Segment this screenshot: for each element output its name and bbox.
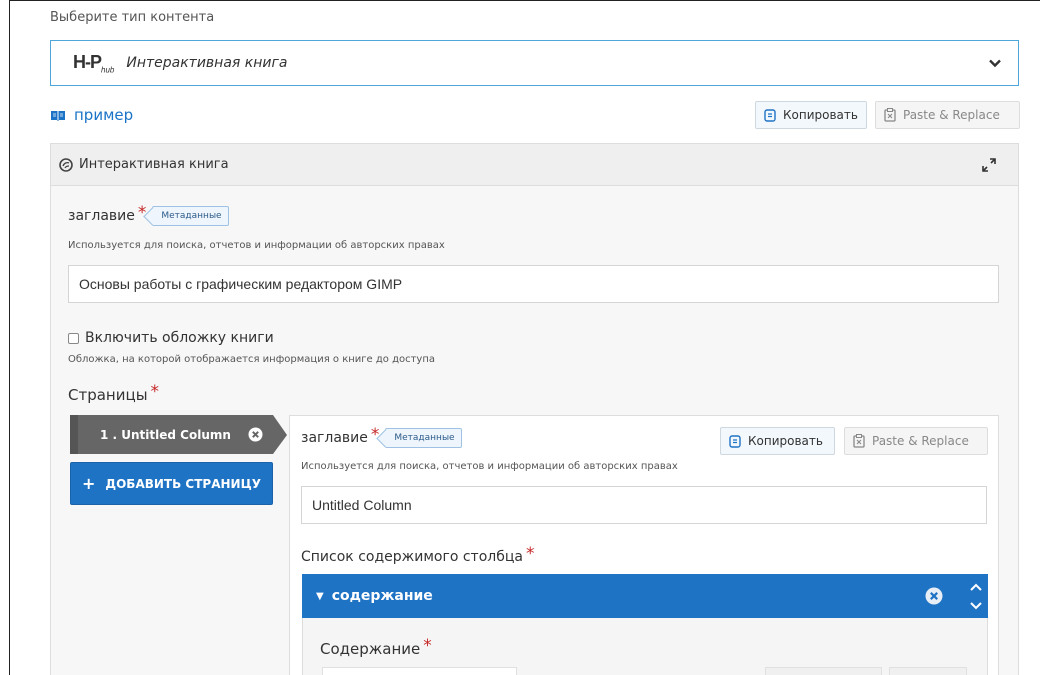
page-tab-stripe — [70, 415, 78, 454]
reorder-arrows-icon[interactable] — [966, 576, 986, 616]
caret-down-icon: ▼ — [316, 590, 324, 602]
content-selector[interactable] — [322, 667, 517, 675]
book-title-description: Используется для поиска, отчетов и инфор… — [68, 240, 445, 251]
page-title-input[interactable]: Untitled Column — [301, 486, 987, 524]
column-list-label: Список содержимого столбца * — [301, 544, 535, 565]
page-title-description: Используется для поиска, отчетов и инфор… — [301, 461, 678, 472]
copy-icon — [764, 109, 776, 122]
chevron-down-icon — [989, 59, 1001, 68]
required-mark: * — [525, 544, 535, 564]
page-copy-label: Копировать — [748, 434, 823, 448]
content-list-item-label: содержание — [331, 588, 433, 604]
frame-border-top — [9, 0, 1040, 1]
copy-button[interactable]: Копировать — [755, 101, 867, 129]
h5p-hub-logo: H-Phub — [73, 51, 115, 75]
content-copy-button[interactable] — [765, 667, 882, 675]
page-tab-label: 1 . Untitled Column — [100, 427, 231, 442]
book-title-input[interactable]: Основы работы с графическим редактором G… — [68, 265, 999, 303]
required-mark: * — [150, 382, 160, 402]
frame-border-left — [9, 0, 10, 675]
copy-icon — [729, 435, 741, 448]
selected-content-type: Интерактивная книга — [126, 55, 288, 71]
paste-replace-button[interactable]: Paste & Replace — [875, 101, 1020, 129]
example-link-label: пример — [74, 106, 134, 124]
book-icon — [51, 111, 65, 121]
copy-button-label: Копировать — [783, 108, 858, 122]
content-type-select[interactable]: H-Phub Интерактивная книга — [50, 40, 1019, 86]
interactive-book-header[interactable]: Интерактивная книга — [51, 144, 1018, 186]
paste-button-label: Paste & Replace — [903, 108, 1000, 122]
content-list-item[interactable]: ▼ содержание — [302, 574, 988, 618]
expand-icon[interactable] — [982, 158, 996, 172]
remove-item-icon[interactable] — [925, 587, 943, 605]
metadata-tag[interactable]: Метаданные — [385, 428, 462, 448]
content-type-label: Выберите тип контента — [50, 10, 215, 25]
book-title-label: заглавие * Метаданные — [68, 203, 229, 226]
paste-icon — [884, 108, 896, 122]
cover-checkbox[interactable] — [68, 332, 79, 344]
add-page-label: ДОБАВИТЬ СТРАНИЦУ — [105, 476, 261, 491]
remove-page-icon[interactable] — [248, 427, 263, 442]
add-page-button[interactable]: + ДОБАВИТЬ СТРАНИЦУ — [70, 462, 273, 505]
page-tab-arrow — [273, 415, 287, 454]
cover-checkbox-row[interactable]: Включить обложку книги — [68, 330, 274, 346]
page-paste-label: Paste & Replace — [872, 434, 969, 448]
content-label: Содержание * — [320, 636, 432, 658]
example-link[interactable]: пример — [50, 106, 133, 124]
pages-label: Страницы * — [68, 382, 160, 404]
content-paste-button[interactable] — [889, 667, 967, 675]
plus-icon: + — [82, 474, 96, 493]
interactive-book-title: Интерактивная книга — [79, 157, 229, 172]
page-copy-button[interactable]: Копировать — [720, 427, 835, 455]
page-tab-1[interactable]: 1 . Untitled Column — [70, 415, 273, 454]
paste-icon — [853, 434, 865, 448]
metadata-tag[interactable]: Метаданные — [152, 206, 229, 226]
page-title-label: заглавие * Метаданные — [301, 425, 462, 448]
page-paste-replace-button[interactable]: Paste & Replace — [844, 427, 988, 455]
cover-checkbox-label: Включить обложку книги — [85, 330, 274, 346]
required-mark: * — [423, 636, 432, 656]
interactive-book-icon — [59, 157, 73, 172]
cover-description: Обложка, на которой отображается информа… — [68, 354, 436, 365]
